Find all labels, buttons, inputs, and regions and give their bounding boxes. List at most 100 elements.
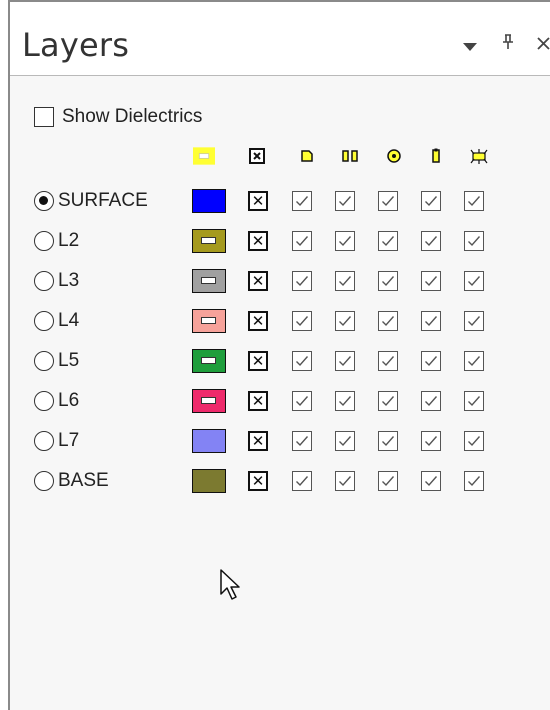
layer-row[interactable]: SURFACE ✕	[34, 186, 514, 216]
show-dielectrics-label: Show Dielectrics	[62, 106, 203, 127]
layer-flag-checkbox[interactable]	[464, 271, 484, 291]
layer-visibility-toggle[interactable]: ✕	[248, 191, 268, 211]
layer-color-swatch[interactable]	[192, 349, 226, 373]
layer-name: SURFACE	[58, 190, 148, 211]
layer-flag-checkbox[interactable]	[292, 431, 312, 451]
layer-flag-checkbox[interactable]	[335, 471, 355, 491]
layer-flag-checkbox[interactable]	[292, 471, 312, 491]
layer-visibility-toggle[interactable]: ✕	[248, 471, 268, 491]
layer-flag-checkbox[interactable]	[464, 431, 484, 451]
layer-flag-checkbox[interactable]	[292, 191, 312, 211]
layer-row[interactable]: L3 ✕	[34, 266, 514, 296]
layer-visibility-toggle[interactable]: ✕	[248, 271, 268, 291]
layer-name: L2	[58, 230, 80, 251]
layer-flag-checkbox[interactable]	[378, 351, 398, 371]
layer-color-swatch[interactable]	[192, 229, 226, 253]
layer-radio[interactable]	[34, 431, 54, 451]
layer-flag-checkbox[interactable]	[421, 191, 441, 211]
layer-flag-checkbox[interactable]	[335, 391, 355, 411]
layer-flag-checkbox[interactable]	[335, 351, 355, 371]
dropdown-arrow-icon[interactable]	[463, 43, 477, 51]
layer-radio[interactable]	[34, 231, 54, 251]
layer-row[interactable]: L6 ✕	[34, 386, 514, 416]
panel-title: Layers	[22, 26, 130, 64]
layers-panel: Layers Show Dielectrics SURFACE ✕ L2 ✕ L3 ✕ L4…	[8, 0, 550, 710]
close-icon[interactable]	[536, 32, 550, 56]
layer-flag-checkbox[interactable]	[292, 231, 312, 251]
layer-row[interactable]: L7 ✕	[34, 426, 514, 456]
layer-visibility-toggle[interactable]: ✕	[248, 231, 268, 251]
layer-flag-checkbox[interactable]	[421, 431, 441, 451]
layer-flag-checkbox[interactable]	[464, 231, 484, 251]
layer-color-swatch[interactable]	[192, 269, 226, 293]
layer-name: L4	[58, 310, 80, 331]
layer-color-swatch[interactable]	[192, 389, 226, 413]
layer-row[interactable]: BASE ✕	[34, 466, 514, 496]
layer-color-swatch[interactable]	[192, 189, 226, 213]
layer-radio[interactable]	[34, 311, 54, 331]
layer-flag-checkbox[interactable]	[292, 391, 312, 411]
show-dielectrics-box[interactable]	[34, 107, 54, 127]
layer-name: L6	[58, 390, 80, 411]
layer-flag-checkbox[interactable]	[464, 351, 484, 371]
layer-visibility-toggle[interactable]: ✕	[248, 311, 268, 331]
layer-flag-checkbox[interactable]	[335, 271, 355, 291]
layer-flag-checkbox[interactable]	[292, 271, 312, 291]
layer-color-swatch[interactable]	[192, 469, 226, 493]
layer-flag-checkbox[interactable]	[335, 431, 355, 451]
layer-name: L5	[58, 350, 80, 371]
layer-flag-checkbox[interactable]	[378, 391, 398, 411]
layer-radio[interactable]	[34, 351, 54, 371]
swatch-pattern	[201, 397, 216, 404]
swatch-pattern	[201, 277, 216, 284]
layer-flag-checkbox[interactable]	[335, 191, 355, 211]
layer-color-swatch[interactable]	[192, 309, 226, 333]
layer-flag-checkbox[interactable]	[464, 471, 484, 491]
layer-flag-checkbox[interactable]	[464, 191, 484, 211]
layer-name: L7	[58, 430, 80, 451]
pin-icon[interactable]	[502, 34, 514, 55]
layer-radio[interactable]	[34, 471, 54, 491]
layer-flag-checkbox[interactable]	[292, 311, 312, 331]
layer-visibility-toggle[interactable]: ✕	[248, 431, 268, 451]
layer-visibility-toggle[interactable]: ✕	[248, 351, 268, 371]
layer-radio[interactable]	[34, 391, 54, 411]
layer-flag-checkbox[interactable]	[421, 231, 441, 251]
layer-flag-checkbox[interactable]	[464, 311, 484, 331]
pad-icon	[296, 145, 318, 167]
layer-flag-checkbox[interactable]	[378, 271, 398, 291]
layer-flag-checkbox[interactable]	[292, 351, 312, 371]
layer-flag-checkbox[interactable]	[378, 471, 398, 491]
via-icon	[339, 145, 361, 167]
mouse-cursor-icon	[219, 568, 241, 607]
show-dielectrics-checkbox[interactable]: Show Dielectrics	[34, 106, 202, 128]
layer-row[interactable]: L4 ✕	[34, 306, 514, 336]
layer-name: BASE	[58, 470, 109, 491]
pin-column-icon	[425, 145, 447, 167]
layer-visibility-toggle[interactable]: ✕	[248, 391, 268, 411]
target-icon	[383, 145, 405, 167]
layer-radio[interactable]	[34, 191, 54, 211]
swatch-pattern	[201, 237, 216, 244]
visibility-icon	[246, 145, 268, 167]
layer-flag-checkbox[interactable]	[378, 231, 398, 251]
layer-flag-checkbox[interactable]	[421, 351, 441, 371]
layer-row[interactable]: L2 ✕	[34, 226, 514, 256]
layer-flag-checkbox[interactable]	[335, 311, 355, 331]
layer-flag-checkbox[interactable]	[421, 471, 441, 491]
layer-flag-checkbox[interactable]	[421, 271, 441, 291]
layer-color-icon	[193, 145, 215, 167]
layer-color-swatch[interactable]	[192, 429, 226, 453]
layer-flag-checkbox[interactable]	[464, 391, 484, 411]
swatch-pattern	[201, 317, 216, 324]
title-bar: Layers	[10, 2, 550, 76]
layer-radio[interactable]	[34, 271, 54, 291]
layer-flag-checkbox[interactable]	[378, 431, 398, 451]
layer-flag-checkbox[interactable]	[378, 191, 398, 211]
layer-flag-checkbox[interactable]	[421, 391, 441, 411]
layer-row[interactable]: L5 ✕	[34, 346, 514, 376]
layer-flag-checkbox[interactable]	[421, 311, 441, 331]
layer-flag-checkbox[interactable]	[335, 231, 355, 251]
swatch-pattern	[201, 357, 216, 364]
layer-flag-checkbox[interactable]	[378, 311, 398, 331]
